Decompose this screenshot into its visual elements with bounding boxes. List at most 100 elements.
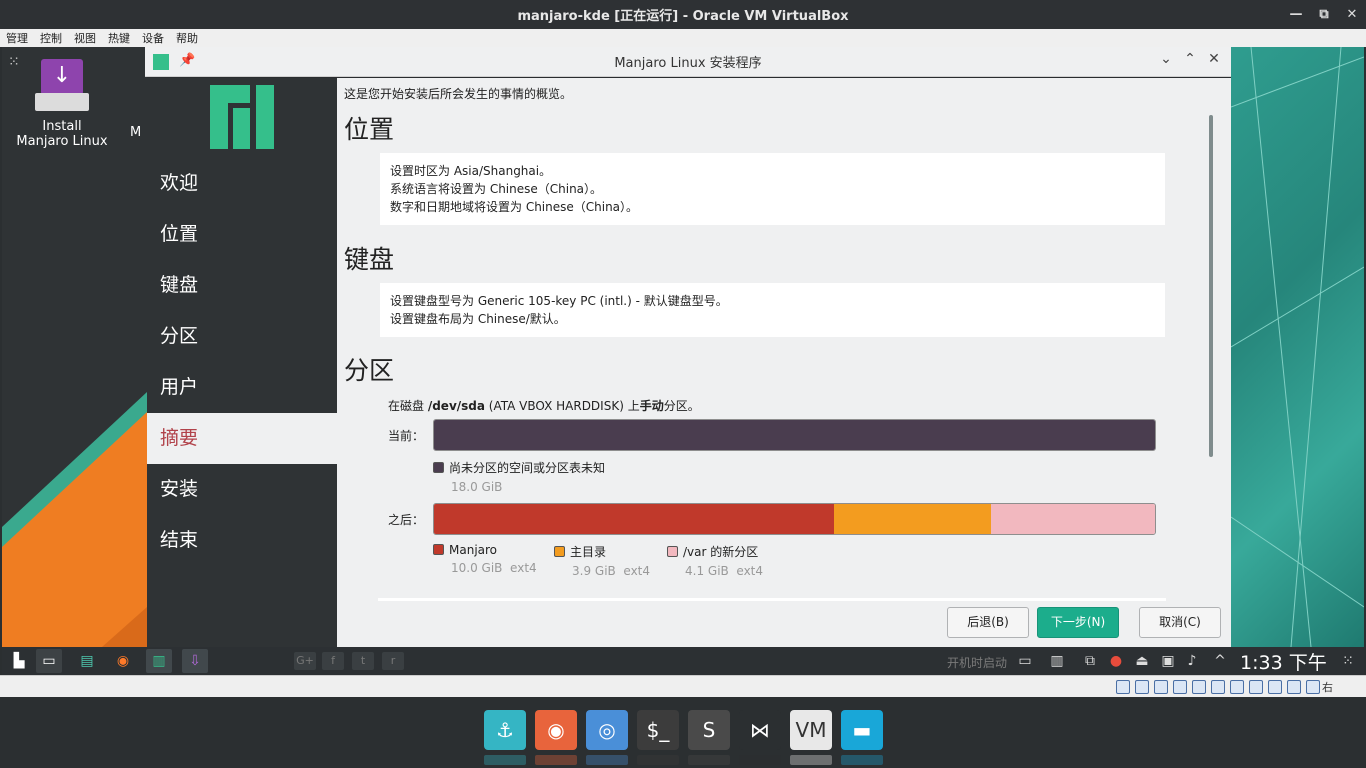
installer-task-icon[interactable]: ▥ xyxy=(146,649,172,673)
vtx-indicator-icon[interactable] xyxy=(1287,680,1301,694)
menu-manage[interactable]: 管理 xyxy=(6,30,28,46)
second-desktop-icon-label[interactable]: M xyxy=(130,125,141,140)
display-indicator-icon[interactable] xyxy=(1230,680,1244,694)
legend-swatch xyxy=(433,462,444,473)
minimize-icon[interactable]: — xyxy=(1282,7,1310,22)
keyboard-line: 设置键盘型号为 Generic 105-key PC (intl.) - 默认键… xyxy=(390,294,728,308)
sublime-icon[interactable]: S xyxy=(688,710,730,750)
close-icon[interactable]: ✕ xyxy=(1205,51,1223,67)
install-manjaro-desktop-icon[interactable]: ↓ Install Manjaro Linux xyxy=(12,59,112,149)
current-label: 当前： xyxy=(388,429,425,443)
clipboard-icon[interactable]: ▥ xyxy=(1047,650,1067,672)
summary-page: 这是您开始安装后所会发生的事情的概览。 位置 设置时区为 Asia/Shangh… xyxy=(337,78,1231,647)
install-icon-label-1: Install xyxy=(42,119,82,134)
next-button[interactable]: 下一步(N) xyxy=(1037,607,1119,638)
sidebar-item-summary: 摘要 xyxy=(147,413,337,464)
volume-icon[interactable]: ♪ xyxy=(1182,650,1202,672)
ghost-icon[interactable]: ● xyxy=(1106,650,1126,672)
guest-screen: ⁙ ↓ Install Manjaro Linux M 📌 Manjaro Li… xyxy=(2,47,1364,675)
partition-mode: 手动 xyxy=(639,399,664,413)
window-icon[interactable]: ▭ xyxy=(1015,650,1035,672)
vmware-icon[interactable]: VM xyxy=(790,710,832,750)
legend-size: 4.1 GiB ext4 xyxy=(685,564,764,578)
menu-view[interactable]: 视图 xyxy=(74,30,96,46)
facebook-icon[interactable]: f xyxy=(322,652,344,670)
manjaro-logo xyxy=(210,85,274,149)
window-controls: — ⧉ ✕ xyxy=(1282,0,1366,29)
legend-swatch xyxy=(554,546,565,557)
usb-icon[interactable]: ⏏ xyxy=(1132,650,1152,672)
optical-indicator-icon[interactable] xyxy=(1135,680,1149,694)
files-icon[interactable]: ▬ xyxy=(841,710,883,750)
virtualbox-statusbar: 右 Ctrl xyxy=(0,675,1366,708)
legend-swatch xyxy=(667,546,678,557)
install-task-icon[interactable]: ⇩ xyxy=(182,649,208,673)
partition-segment xyxy=(834,504,991,534)
chevron-up-icon[interactable]: ⌃ xyxy=(1181,51,1199,67)
shared-folder-indicator-icon[interactable] xyxy=(1211,680,1225,694)
window-title: manjaro-kde [正在运行] - Oracle VM VirtualBo… xyxy=(517,9,849,24)
anchor-icon[interactable]: ⚓ xyxy=(484,710,526,750)
dock-reflection xyxy=(535,755,577,765)
sidebar-item-welcome: 欢迎 xyxy=(160,172,199,194)
google-plus-icon[interactable]: G+ xyxy=(294,652,316,670)
partition-heading: 分区 xyxy=(344,356,395,385)
show-desktop-icon[interactable]: ▭ xyxy=(36,649,62,673)
sidebar-item-users: 用户 xyxy=(160,376,199,398)
legend-home: 主目录 3.9 GiB ext4 xyxy=(554,543,650,578)
chevron-up-icon[interactable]: ^ xyxy=(1210,650,1230,672)
installer-window-controls: ⌄ ⌃ ✕ xyxy=(1157,51,1223,67)
copy-icon[interactable]: ⧉ xyxy=(1080,650,1100,672)
legend-var: /var 的新分区 4.1 GiB ext4 xyxy=(667,543,763,578)
sidebar-item-location: 位置 xyxy=(160,223,199,245)
close-icon[interactable]: ✕ xyxy=(1338,7,1366,22)
pin-icon[interactable]: 📌 xyxy=(179,53,195,68)
scrollbar[interactable] xyxy=(1209,115,1213,457)
sidebar-item-finish: 结束 xyxy=(160,529,199,551)
legend-swatch xyxy=(433,544,444,555)
firefox-icon[interactable]: ◉ xyxy=(110,649,136,673)
chrome-icon[interactable]: ◎ xyxy=(586,710,628,750)
grid-icon[interactable]: ⁙ xyxy=(1338,650,1358,672)
twitter-icon[interactable]: t xyxy=(352,652,374,670)
mouse-indicator-icon[interactable] xyxy=(1306,680,1320,694)
hdd-indicator-icon[interactable] xyxy=(1116,680,1130,694)
menu-control[interactable]: 控制 xyxy=(40,30,62,46)
sidebar-item-partition: 分区 xyxy=(160,325,199,347)
dock-reflection xyxy=(688,755,730,765)
location-line: 系统语言将设置为 Chinese（China）。 xyxy=(390,182,603,196)
app-menu-icon[interactable]: ▙ xyxy=(6,649,32,673)
keyboard-heading: 键盘 xyxy=(344,245,395,274)
cancel-button[interactable]: 取消(C) xyxy=(1139,607,1221,638)
install-icon-label-2: Manjaro Linux xyxy=(16,134,108,149)
virtualbox-titlebar: manjaro-kde [正在运行] - Oracle VM VirtualBo… xyxy=(0,0,1366,29)
legend-unpartitioned: 尚未分区的空间或分区表未知 18.0 GiB xyxy=(433,459,605,494)
clock[interactable]: 1:33 下午 xyxy=(1240,648,1327,675)
installer-title: Manjaro Linux 安装程序 xyxy=(614,56,762,71)
vscode-icon[interactable]: ⋈ xyxy=(739,710,781,750)
menu-hotkey[interactable]: 热键 xyxy=(108,30,130,46)
recording-indicator-icon[interactable] xyxy=(1249,680,1263,694)
audio-indicator-icon[interactable] xyxy=(1154,680,1168,694)
terminal-icon[interactable]: $_ xyxy=(637,710,679,750)
reddit-icon[interactable]: r xyxy=(382,652,404,670)
installer-sidebar: 欢迎 位置 键盘 分区 用户 摘要 安装 结束 xyxy=(147,78,337,647)
menu-help[interactable]: 帮助 xyxy=(176,30,198,46)
legend-manjaro: Manjaro 10.0 GiB ext4 xyxy=(433,543,537,575)
cpu-indicator-icon[interactable] xyxy=(1268,680,1282,694)
file-manager-icon[interactable]: ▤ xyxy=(74,649,100,673)
network-indicator-icon[interactable] xyxy=(1173,680,1187,694)
after-partition-bar xyxy=(433,503,1156,535)
guest-taskbar: ▙ ▭ ▤ ◉ ▥ ⇩ G+ f t r 开机时启动 ▭ ▥ ⧉ ● ⏏ ▣ ♪… xyxy=(2,647,1364,675)
legend-size: 10.0 GiB ext4 xyxy=(451,561,537,575)
keyboard-summary-box: 设置键盘型号为 Generic 105-key PC (intl.) - 默认键… xyxy=(380,283,1165,337)
menu-devices[interactable]: 设备 xyxy=(142,30,164,46)
usb-indicator-icon[interactable] xyxy=(1192,680,1206,694)
sidebar-item-install: 安装 xyxy=(160,478,199,500)
firefox-icon[interactable]: ◉ xyxy=(535,710,577,750)
back-button[interactable]: 后退(B) xyxy=(947,607,1029,638)
chevron-down-icon[interactable]: ⌄ xyxy=(1157,51,1175,67)
network-icon[interactable]: ▣ xyxy=(1158,650,1178,672)
restore-icon[interactable]: ⧉ xyxy=(1310,7,1338,22)
wallpaper-lines xyxy=(1231,47,1364,647)
